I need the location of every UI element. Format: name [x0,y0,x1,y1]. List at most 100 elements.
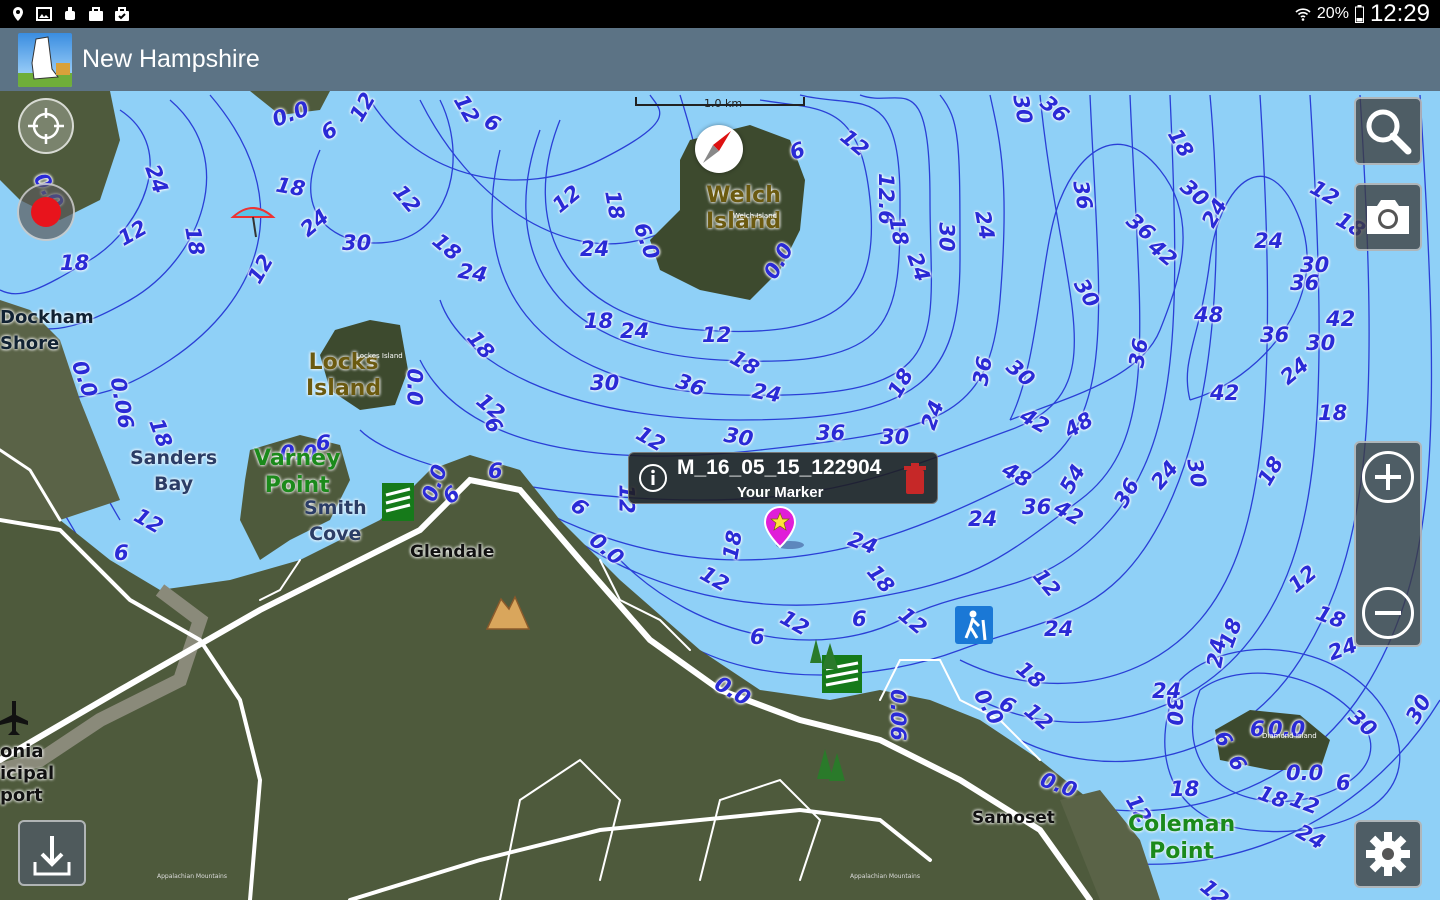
search-button[interactable] [1354,97,1422,165]
depth-label: 18 [1318,401,1348,425]
zoom-in-icon [1375,464,1401,490]
place-appalachian-1: Appalachian Mountains [157,873,227,880]
wifi-icon [1295,8,1311,21]
mountain-peak-icon[interactable] [485,591,531,631]
depth-label: 6 [114,541,129,565]
place-appalachian-2: Appalachian Mountains [850,873,920,880]
zoom-in-button[interactable] [1362,451,1414,503]
depth-label: 24 [968,507,998,531]
briefcase-icon [89,7,103,21]
android-debug-icon [65,7,75,20]
depth-label: 30 [934,222,959,252]
depth-label: 36 [1068,178,1097,212]
image-icon [36,7,52,21]
depth-label: 18 [1170,777,1200,801]
depth-label: 6 [750,625,765,649]
depth-label: 18 [274,172,308,202]
briefcase-check-icon [115,7,129,21]
depth-label: 24 [1202,636,1231,670]
depth-label: 24 [1254,229,1284,253]
record-button[interactable] [17,183,75,241]
depth-label: 30 [1162,696,1187,726]
download-icon [33,836,71,876]
place-coleman-point: Coleman Point [1128,812,1236,864]
zoom-out-button[interactable] [1362,587,1414,639]
clock: 12:29 [1369,0,1430,27]
depth-label: 30 [1306,331,1336,355]
depth-label: 36 [968,354,997,388]
depth-label: 24 [750,378,784,408]
tree-icon-2 [817,749,845,781]
depth-label: 42 [1326,307,1356,331]
settings-button[interactable] [1354,820,1422,888]
zoom-out-icon [1375,611,1401,615]
depth-label: 18 [60,251,90,275]
battery-percent: 20% [1316,5,1349,22]
hiking-trail-icon[interactable] [955,606,993,644]
depth-label: 18 [584,309,614,333]
depth-label: 36 [816,421,846,445]
depth-label: 48 [1194,303,1224,327]
gear-icon [1366,832,1410,876]
depth-label: 36 [1290,271,1320,295]
app-title: New Hampshire [82,45,260,73]
status-left-icons [10,6,130,22]
depth-label: 30 [590,371,620,395]
place-smith-cove: Smith Cove [304,497,367,545]
scale-label: 1.0 km [704,97,743,110]
depth-label: 36 [1260,323,1290,347]
depth-label: 6 [1336,771,1351,795]
boat-ramp-icon[interactable] [382,483,414,521]
place-dockham-shore: Dockham Shore [0,307,94,354]
marker-pin-icon[interactable] [760,505,804,551]
place-gilford-airport: onia icipal port [0,741,55,806]
record-icon [31,197,61,227]
depth-label: 0.06 [885,689,910,741]
map-view[interactable]: 0.0 6 12 6 12 24 18 12 18 12 24 30 12 18 24 12 18 24 6.0 12… [0,91,1440,900]
airport-icon[interactable] [0,701,28,737]
depth-label: 6 [488,459,503,483]
camera-icon [1367,200,1409,234]
new-hampshire-logo-icon[interactable] [18,32,72,87]
depth-label: 30 [722,422,756,452]
depth-label: 30 [880,425,910,449]
tree-icon [810,639,838,669]
beach-umbrella-icon[interactable] [230,203,276,239]
depth-label: 24 [456,258,490,288]
place-glendale: Glendale [410,542,495,562]
depth-label: 30 [342,231,372,255]
place-diamond-island-small: Diamond Island [1262,732,1317,740]
depth-label: 12 [702,323,732,347]
depth-label: 18 [180,224,209,258]
depth-label: 18 [600,188,629,222]
depth-label: 6 [852,607,867,631]
location-icon [13,7,23,21]
camera-button[interactable] [1354,183,1422,251]
depth-label: 0.0 [1286,761,1324,785]
depth-label: 24 [1044,617,1074,641]
place-locks-island-small: Lockes Island [356,352,403,360]
depth-label: 0.0 [402,368,427,406]
depth-label: 36 [1124,336,1153,370]
depth-label: 24 [620,319,650,343]
delete-icon[interactable] [902,463,928,495]
download-button[interactable] [18,820,86,886]
crosshair-icon [28,108,64,144]
depth-label: 36 [1022,495,1052,519]
search-icon [1366,109,1412,155]
marker-title: M_16_05_15_122904 [677,456,882,479]
locate-button[interactable] [18,98,74,154]
depth-label: 18 [884,214,913,248]
depth-label: 18 [718,528,747,562]
status-right: 20% 12:29 [1295,0,1430,28]
place-samoset: Samoset [972,808,1055,828]
zoom-control [1354,441,1422,647]
info-icon[interactable] [638,463,668,493]
place-sanders-bay: Sanders Bay [130,447,218,495]
depth-label: 30 [1182,456,1211,490]
place-welch-island: Welch Island [706,183,782,234]
marker-popup[interactable]: M_16_05_15_122904 Your Marker [628,452,938,504]
status-bar: 20% 12:29 [0,0,1440,28]
compass-icon[interactable] [695,125,743,173]
depth-label: 30 [1008,92,1037,126]
